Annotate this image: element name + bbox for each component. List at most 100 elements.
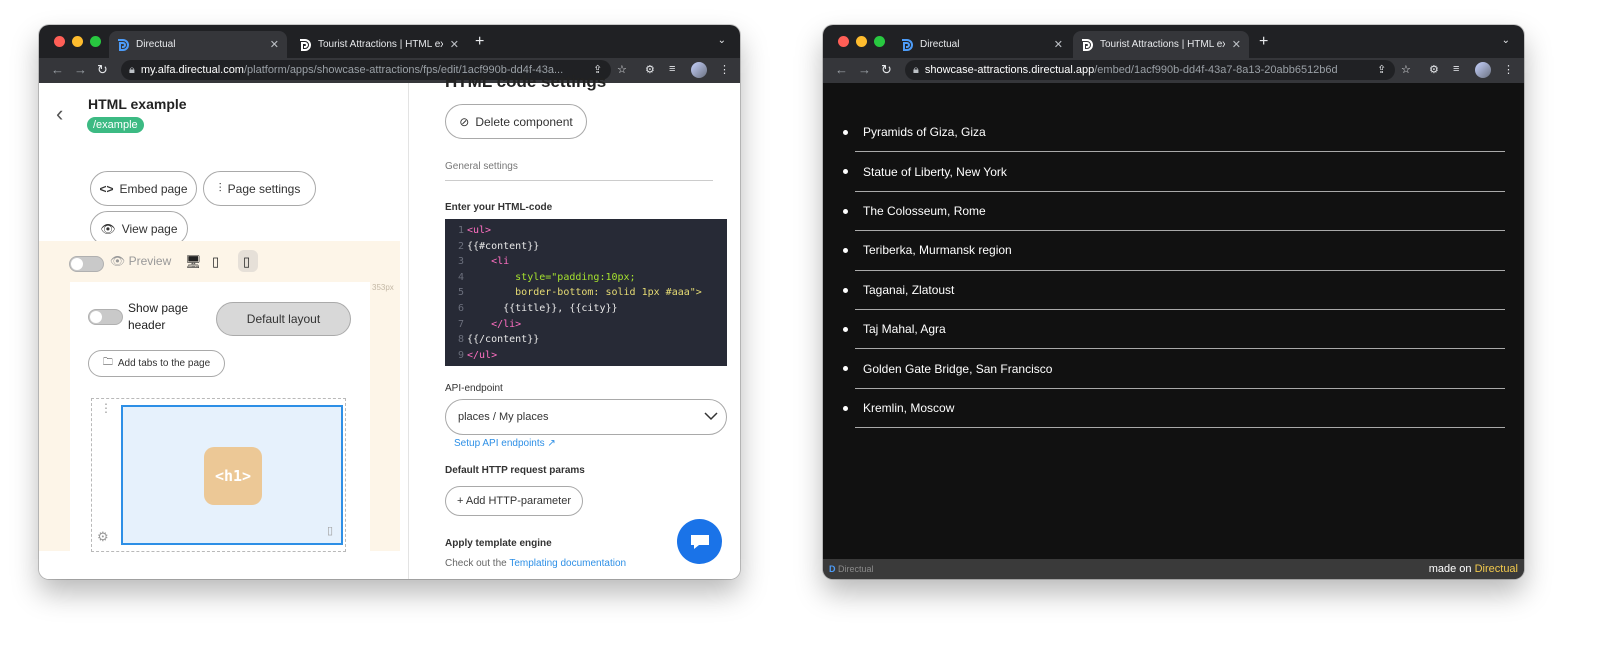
- layout-dropdown[interactable]: Default layout: [216, 302, 351, 336]
- reading-list-icon[interactable]: ≡: [669, 63, 675, 75]
- reading-list-icon[interactable]: ≡: [1453, 63, 1459, 75]
- share-icon[interactable]: ⇪: [1377, 63, 1386, 76]
- html-component-preview[interactable]: <h1> ▯: [121, 405, 343, 545]
- tab-title: Tourist Attractions | HTML exa: [318, 39, 443, 50]
- page-structure-panel: ‹ HTML example /example <> Embed page ⫶ …: [39, 83, 409, 579]
- list-item: Statue of Liberty, New York: [843, 152, 1505, 192]
- reload-icon[interactable]: ↻: [97, 62, 108, 78]
- tab-tourist-attractions[interactable]: Tourist Attractions | HTML exa ✕: [291, 31, 467, 58]
- tab-strip: Directual ✕ Tourist Attractions | HTML e…: [823, 25, 1524, 58]
- add-tabs-button[interactable]: 🗀︎ Add tabs to the page: [88, 350, 225, 377]
- footer-logo[interactable]: D Directual: [829, 564, 874, 574]
- gear-icon[interactable]: ⚙: [97, 529, 109, 545]
- made-on-text: made on: [1428, 563, 1472, 575]
- show-header-toggle[interactable]: [88, 309, 123, 325]
- list-item: Kremlin, Moscow: [843, 389, 1505, 429]
- setup-api-link[interactable]: Setup API endpoints ↗: [454, 438, 556, 449]
- close-tab-icon[interactable]: ✕: [270, 38, 279, 51]
- preview-toggle[interactable]: [69, 256, 104, 272]
- close-tab-icon[interactable]: ✕: [1232, 38, 1241, 51]
- add-http-parameter-button[interactable]: + Add HTTP-parameter: [445, 486, 583, 516]
- component-settings-panel: HTML code settings ⊘ Delete component Ge…: [410, 72, 740, 579]
- maximize-window-button[interactable]: [90, 36, 101, 47]
- embed-page-button[interactable]: <> Embed page: [90, 171, 197, 206]
- list-item: Taganai, Zlatoust: [843, 271, 1505, 310]
- directual-logo-icon: D: [829, 564, 836, 574]
- back-arrow-icon[interactable]: ←: [835, 62, 848, 77]
- add-http-parameter-label: + Add HTTP-parameter: [456, 495, 572, 507]
- html-component-block[interactable]: ⋮ ⚙ <h1> ▯: [91, 398, 346, 552]
- code-line: 8 {{/content}}: [457, 334, 540, 346]
- tab-search-chevron-icon[interactable]: ⌄: [718, 35, 726, 46]
- embedded-page: Pyramids of Giza, Giza Statue of Liberty…: [823, 83, 1524, 579]
- http-params-label: Default HTTP request params: [445, 465, 585, 476]
- html-code-editor[interactable]: 1 <ul> 2 {{#content}} 3 <li 4 style="paddi…: [445, 219, 727, 366]
- mobile-icon[interactable]: ▯: [243, 254, 250, 270]
- tab-title: Directual: [920, 39, 960, 50]
- preview-text: Preview: [128, 254, 172, 268]
- drag-handle-icon[interactable]: ⋮: [100, 401, 112, 415]
- mobile-visibility-icon[interactable]: ▯: [327, 524, 333, 537]
- bookmark-star-icon[interactable]: ☆: [1401, 63, 1411, 76]
- list-item: Teriberka, Murmansk region: [843, 231, 1505, 271]
- bookmark-star-icon[interactable]: ☆: [617, 63, 627, 76]
- address-bar[interactable]: 🔒︎ showcase-attractions.directual.app/em…: [905, 60, 1395, 80]
- chevron-down-icon: [704, 412, 718, 421]
- folder-icon: 🗀︎: [102, 357, 113, 368]
- extensions-puzzle-icon[interactable]: ⚙: [645, 63, 655, 76]
- browser-menu-icon[interactable]: ⋮: [719, 63, 730, 76]
- minimize-window-button[interactable]: [856, 36, 867, 47]
- close-window-button[interactable]: [54, 36, 65, 47]
- profile-avatar[interactable]: [1475, 62, 1491, 78]
- tab-directual[interactable]: Directual ✕: [893, 31, 1071, 58]
- made-on-label[interactable]: made on Directual: [1429, 563, 1518, 575]
- tablet-icon[interactable]: ▯: [212, 254, 219, 270]
- chat-support-button[interactable]: [677, 519, 722, 564]
- embed-browser-window: Directual ✕ Tourist Attractions | HTML e…: [823, 25, 1524, 579]
- browser-menu-icon[interactable]: ⋮: [1503, 63, 1514, 76]
- tab-directual[interactable]: Directual ✕: [109, 31, 287, 58]
- close-tab-icon[interactable]: ✕: [1054, 38, 1063, 51]
- html-code-label: Enter your HTML-code: [445, 202, 553, 213]
- new-tab-icon[interactable]: +: [475, 33, 484, 51]
- delete-component-label: Delete component: [475, 114, 573, 129]
- back-chevron-icon[interactable]: ‹: [56, 101, 63, 127]
- tab-search-chevron-icon[interactable]: ⌄: [1502, 35, 1510, 46]
- code-line: 7 </li>: [457, 318, 522, 330]
- browser-toolbar: ← → ↻ 🔒︎ showcase-attractions.directual.…: [823, 58, 1524, 83]
- back-arrow-icon[interactable]: ←: [51, 62, 64, 77]
- width-label: 353px: [372, 283, 394, 292]
- page-settings-button[interactable]: ⫶ Page settings: [203, 171, 316, 206]
- settings-heading: HTML code settings: [445, 72, 607, 91]
- code-line: 2 {{#content}}: [457, 240, 540, 252]
- forward-arrow-icon[interactable]: →: [858, 62, 871, 77]
- delete-component-button[interactable]: ⊘ Delete component: [445, 104, 587, 139]
- close-window-button[interactable]: [838, 36, 849, 47]
- preview-canvas: 👁︎ Preview 🖥︎ ▯ ▯ 353px Show page header…: [39, 241, 400, 552]
- divider: [445, 180, 713, 181]
- template-engine-label: Apply template engine: [445, 538, 552, 549]
- minimize-window-button[interactable]: [72, 36, 83, 47]
- forward-arrow-icon[interactable]: →: [74, 62, 87, 77]
- mobile-frame: Show page header Default layout 🗀︎ Add t…: [70, 282, 370, 552]
- url-host: my.alfa.directual.com: [140, 64, 244, 76]
- new-tab-icon[interactable]: +: [1259, 33, 1268, 51]
- profile-avatar[interactable]: [691, 62, 707, 78]
- page-title: HTML example: [88, 96, 187, 112]
- editor-browser-window: Directual ✕ Tourist Attractions | HTML e…: [39, 25, 740, 579]
- close-tab-icon[interactable]: ✕: [450, 38, 459, 51]
- layout-label: Default layout: [246, 312, 321, 326]
- reload-icon[interactable]: ↻: [881, 62, 892, 78]
- show-header-label: Show page header: [128, 301, 189, 332]
- directual-logo-icon: [1082, 38, 1093, 51]
- desktop-icon[interactable]: 🖥︎: [185, 254, 202, 270]
- maximize-window-button[interactable]: [874, 36, 885, 47]
- page-settings-label: Page settings: [227, 181, 301, 196]
- code-line: 4 style="padding:10px;: [457, 271, 636, 283]
- h1-component-icon: <h1>: [204, 447, 262, 505]
- templating-docs-link[interactable]: Templating documentation: [509, 558, 626, 569]
- api-endpoint-select[interactable]: places / My places: [445, 399, 727, 435]
- api-endpoint-label: API-endpoint: [445, 383, 503, 394]
- tab-tourist-attractions[interactable]: Tourist Attractions | HTML exa ✕: [1073, 31, 1249, 58]
- extensions-puzzle-icon[interactable]: ⚙: [1429, 63, 1439, 76]
